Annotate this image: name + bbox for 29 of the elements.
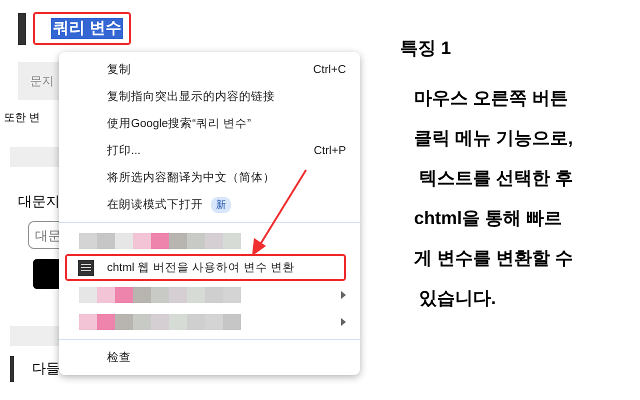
- feature-text: 게 변수를 변환할 수: [414, 247, 574, 270]
- heading-bar: [18, 12, 26, 44]
- section-heading: 다들: [32, 360, 60, 378]
- heading-bar: [10, 356, 14, 382]
- feature-text: chtml을 통해 빠르: [414, 207, 564, 230]
- page-heading: 쿼리 변수: [51, 18, 124, 39]
- shortcut-text: Ctrl+C: [313, 64, 346, 76]
- menu-item[interactable]: 复制 Ctrl+C: [59, 56, 360, 83]
- submenu-arrow-icon: [341, 290, 346, 298]
- field-label: 대문지: [18, 193, 60, 211]
- feature-text: 클릭 메뉴 기능으로,: [414, 127, 574, 150]
- feature-title: 특징 1: [400, 37, 452, 60]
- menu-item[interactable]: 打印... Ctrl+P: [59, 137, 360, 164]
- feature-text: 있습니다.: [418, 287, 498, 310]
- menu-item[interactable]: chtml 웹 버전을 사용하여 변수 변환: [65, 254, 346, 281]
- menu-item[interactable]: 将所选内容翻译为中文（简体）: [59, 164, 360, 191]
- new-badge: 新: [211, 196, 231, 212]
- section-bar: [10, 326, 60, 346]
- menu-item[interactable]: 复制指向突出显示的内容的链接: [59, 83, 360, 110]
- body-text: 또한 변: [4, 111, 42, 125]
- shortcut-text: Ctrl+P: [314, 144, 346, 156]
- feature-text: 마우스 오른쪽 버튼: [414, 87, 570, 110]
- menu-item[interactable]: 使用Google搜索“쿼리 변수”: [59, 110, 360, 137]
- menu-item[interactable]: 在朗读模式下打开 新: [59, 191, 360, 218]
- menu-item[interactable]: 检查: [59, 344, 360, 371]
- submenu-arrow-icon: [341, 318, 346, 326]
- input-field[interactable]: 대문: [28, 221, 60, 249]
- section-bar: [10, 147, 60, 167]
- feature-text: 텍스트를 선택한 후: [418, 167, 574, 190]
